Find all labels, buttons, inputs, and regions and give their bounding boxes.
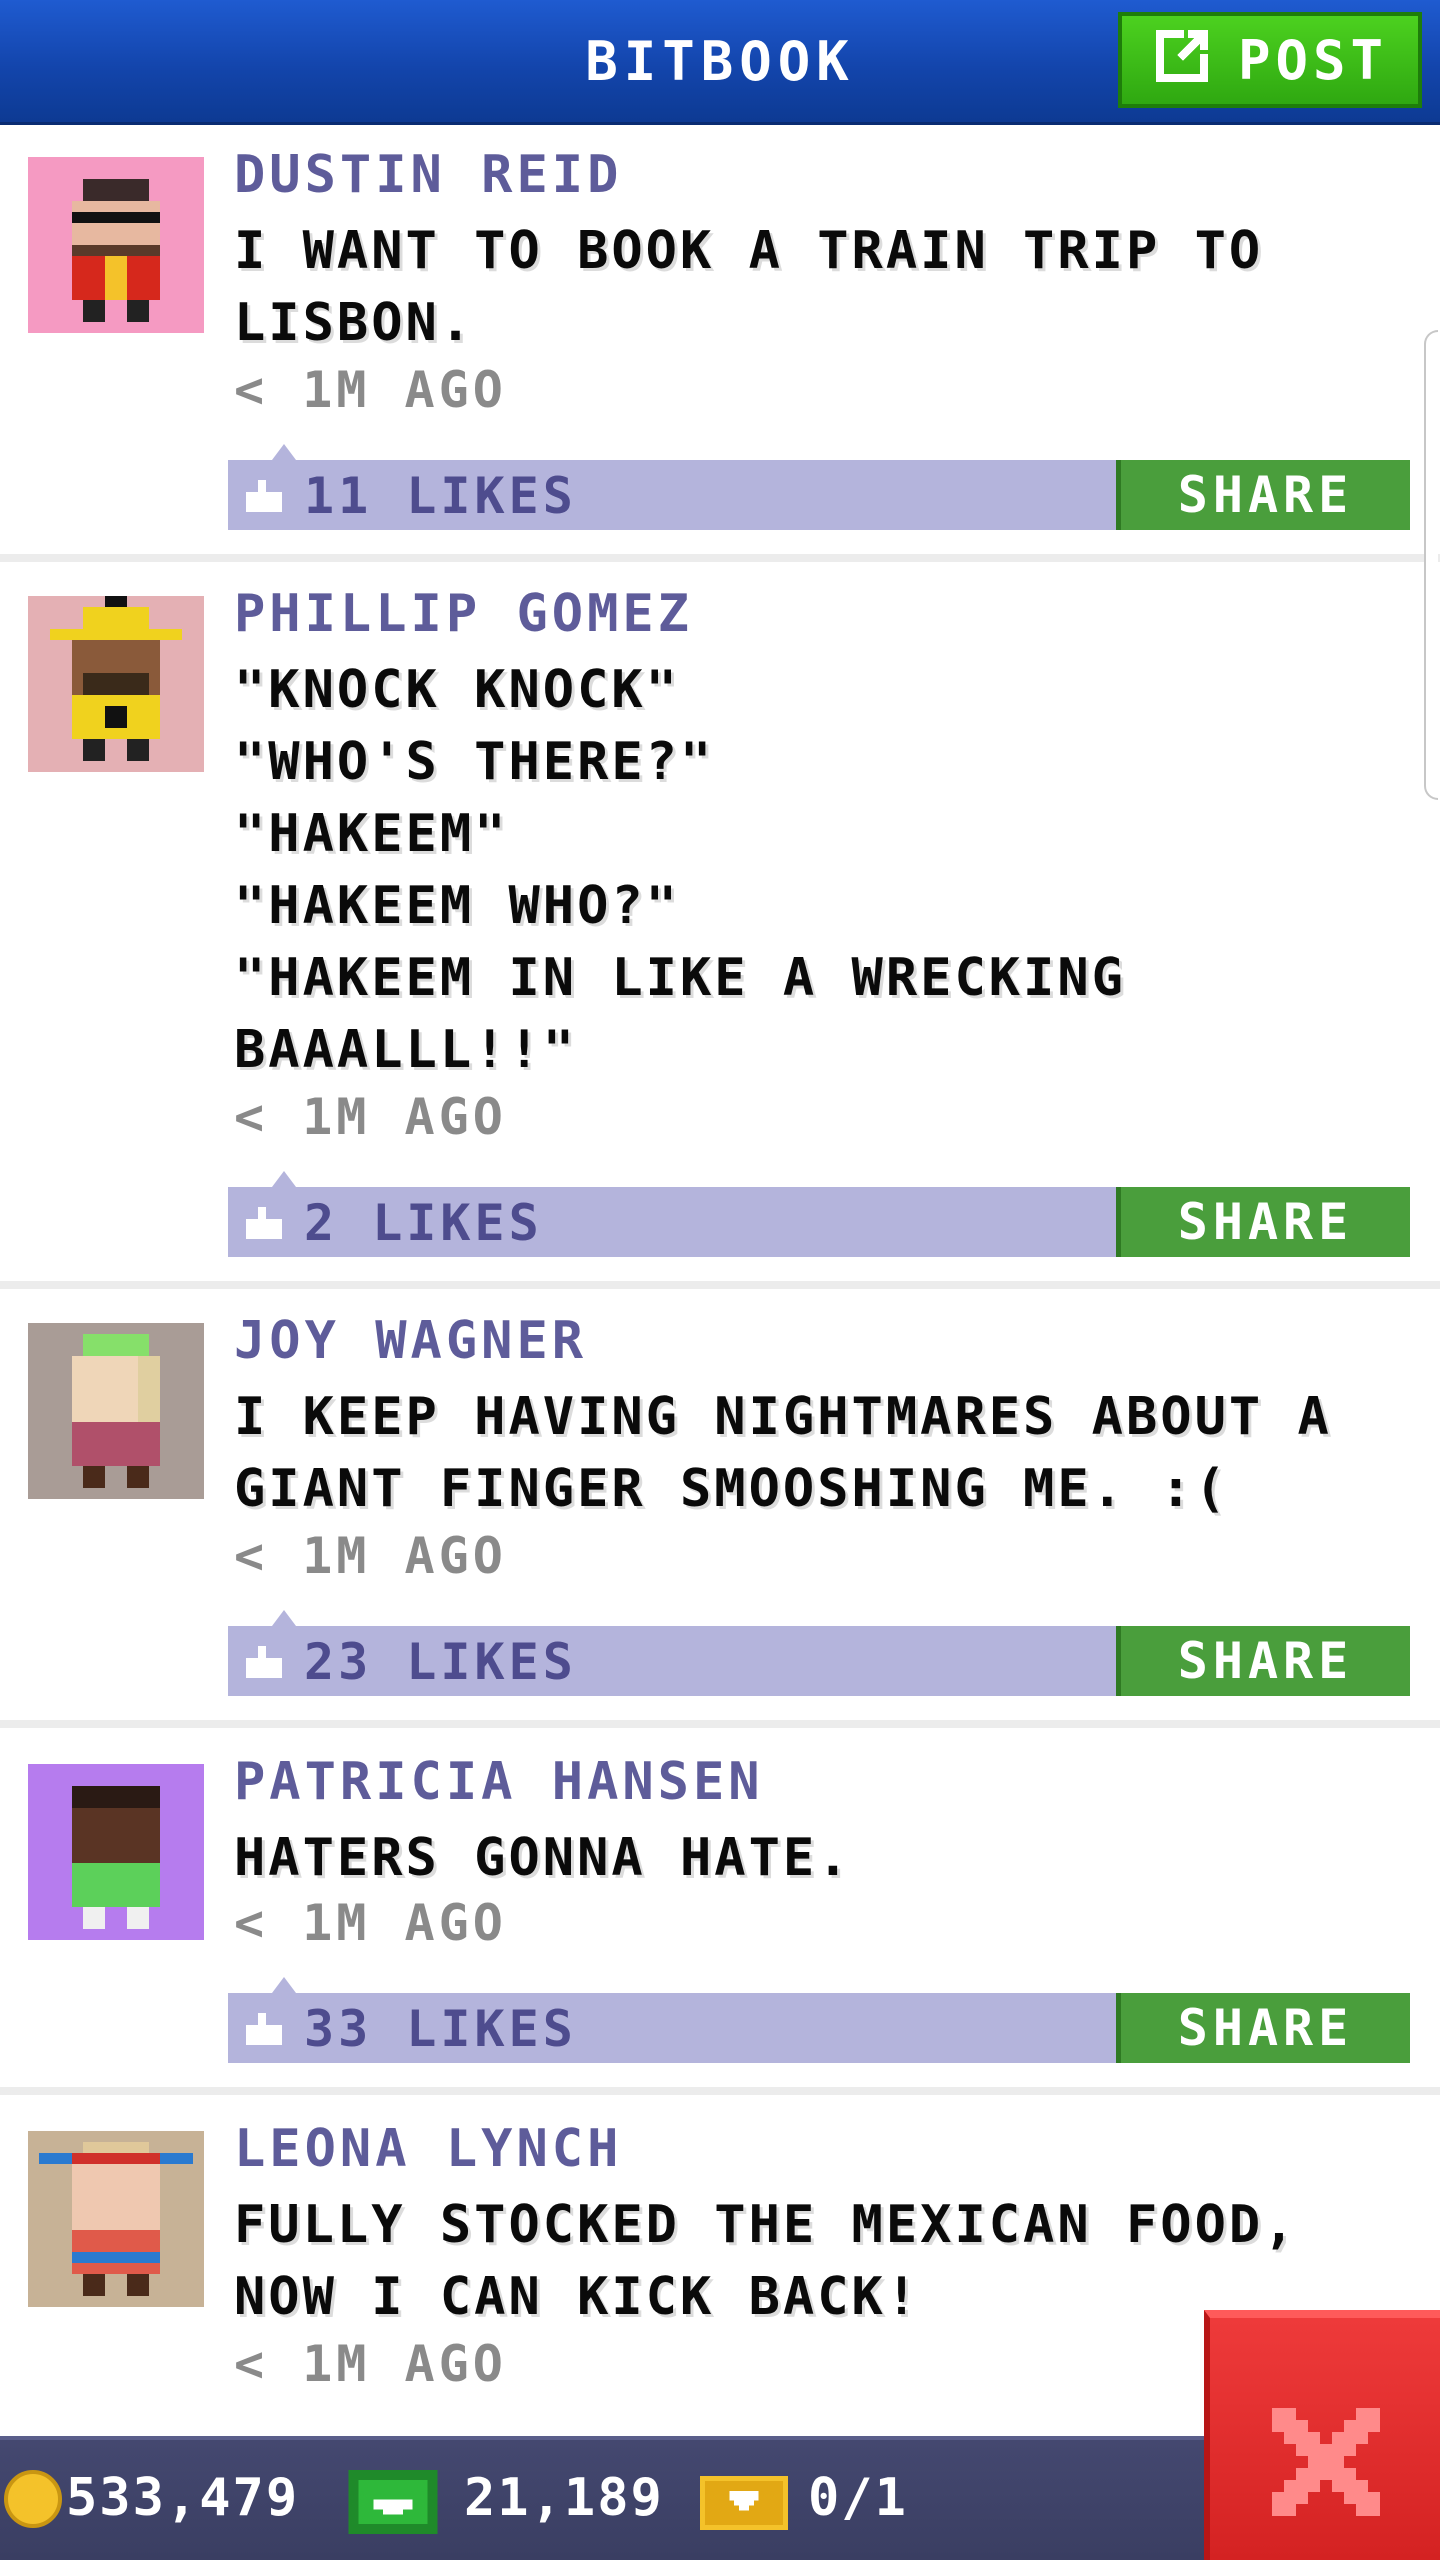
post-time: < 1M AGO (234, 2335, 507, 2393)
post-time: < 1M AGO (234, 361, 507, 419)
share-button[interactable]: SHARE (1116, 1626, 1410, 1696)
like-count: 23 LIKES (304, 1633, 577, 1691)
post-author[interactable]: LEONA LYNCH (234, 2119, 622, 2179)
ticket-icon (700, 2476, 788, 2530)
share-button[interactable]: SHARE (1116, 1187, 1410, 1257)
like-count: 11 LIKES (304, 467, 577, 525)
avatar (28, 1323, 204, 1499)
like-icon[interactable] (246, 1646, 282, 1678)
app-header: BITBOOK POST (0, 0, 1440, 125)
like-bar: 33 LIKES SHARE (228, 1977, 1410, 2063)
like-icon[interactable] (246, 2013, 282, 2045)
feed-post: PATRICIA HANSEN HATERS GONNA HATE. < 1M … (0, 1728, 1440, 2095)
bux-count: 21,189 (464, 2468, 664, 2528)
close-button[interactable] (1204, 2310, 1440, 2560)
like-count: 2 LIKES (304, 1194, 543, 1252)
avatar (28, 596, 204, 772)
ticket-count: 0/1 (808, 2468, 908, 2528)
post-text: HATERS GONNA HATE. (234, 1828, 852, 1888)
feed-post: JOY WAGNER I KEEP HAVING NIGHTMARES ABOU… (0, 1289, 1440, 1728)
post-time: < 1M AGO (234, 1894, 507, 1952)
avatar (28, 1764, 204, 1940)
coin-icon (4, 2470, 62, 2528)
compose-icon (1152, 22, 1216, 99)
share-button[interactable]: SHARE (1116, 1993, 1410, 2063)
post-author[interactable]: JOY WAGNER (234, 1311, 587, 1371)
like-bar: 2 LIKES SHARE (228, 1171, 1410, 1257)
like-icon[interactable] (246, 1207, 282, 1239)
post-text: I KEEP HAVING NIGHTMARES ABOUT A GIANT F… (234, 1387, 1332, 1519)
scrollbar[interactable] (1424, 330, 1438, 800)
post-text: I WANT TO BOOK A TRAIN TRIP TO LISBON. (234, 221, 1264, 353)
feed-post: DUSTIN REID I WANT TO BOOK A TRAIN TRIP … (0, 125, 1440, 562)
like-bar: 23 LIKES SHARE (228, 1610, 1410, 1696)
avatar (28, 157, 204, 333)
post-button[interactable]: POST (1118, 12, 1422, 108)
feed-post: PHILLIP GOMEZ "KNOCK KNOCK" "WHO'S THERE… (0, 562, 1440, 1289)
post-button-label: POST (1237, 28, 1389, 92)
post-text: "KNOCK KNOCK" "WHO'S THERE?" "HAKEEM" "H… (234, 660, 1126, 1080)
like-bar: 11 LIKES SHARE (228, 444, 1410, 530)
like-count: 33 LIKES (304, 2000, 577, 2058)
share-button[interactable]: SHARE (1116, 460, 1410, 530)
post-author[interactable]: PATRICIA HANSEN (234, 1752, 764, 1812)
like-icon[interactable] (246, 480, 282, 512)
coin-count: 533,479 (66, 2468, 300, 2528)
post-time: < 1M AGO (234, 1527, 507, 1585)
avatar (28, 2131, 204, 2307)
post-author[interactable]: DUSTIN REID (234, 145, 622, 205)
post-author[interactable]: PHILLIP GOMEZ (234, 584, 693, 644)
bux-icon (348, 2470, 438, 2534)
post-time: < 1M AGO (234, 1088, 507, 1146)
